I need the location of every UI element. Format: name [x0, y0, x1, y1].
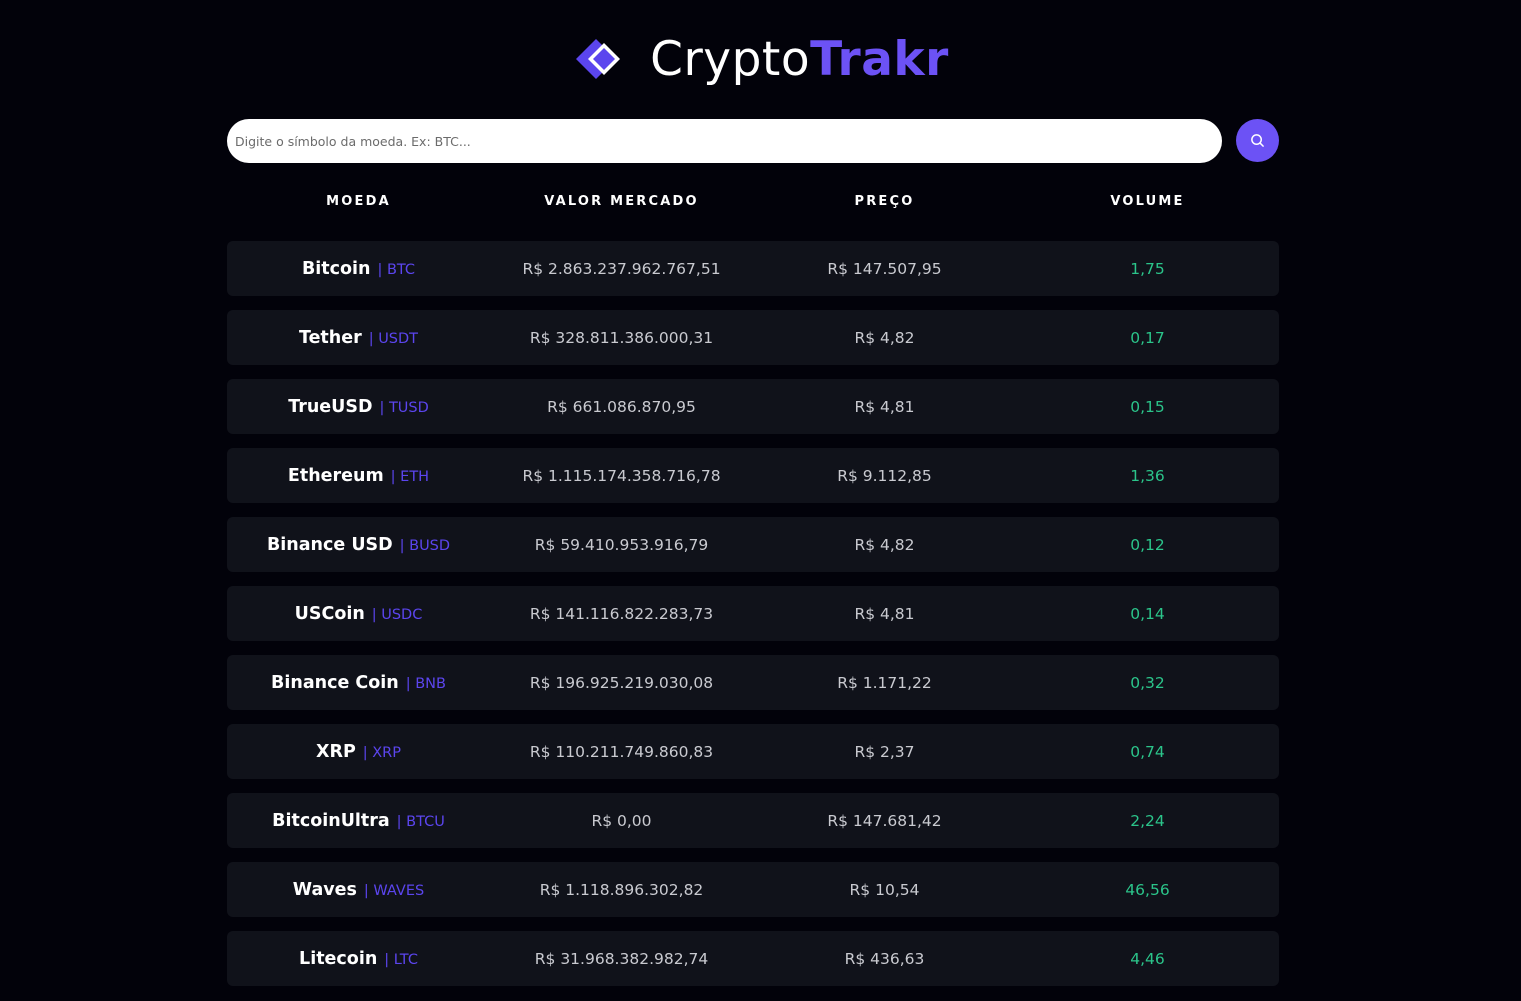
table-header: MOEDA VALOR MERCADO PREÇO VOLUME — [227, 192, 1279, 212]
table-row[interactable]: Bitcoin | BTC R$ 2.863.237.962.767,51 R$… — [227, 241, 1279, 296]
table-row[interactable]: Binance USD | BUSD R$ 59.410.953.916,79 … — [227, 517, 1279, 572]
coin-name: Waves — [292, 879, 357, 900]
volume-cell: 0,74 — [1130, 742, 1165, 761]
table-row[interactable]: Tether | USDT R$ 328.811.386.000,31 R$ 4… — [227, 310, 1279, 365]
header-volume: VOLUME — [1110, 194, 1185, 209]
coin-symbol: | BTCU — [396, 813, 445, 830]
table-row[interactable]: Litecoin | LTC R$ 31.968.382.982,74 R$ 4… — [227, 931, 1279, 986]
coin-symbol: | USDC — [371, 606, 423, 623]
coin-symbol: | BUSD — [399, 537, 451, 554]
market-cap-cell: R$ 141.116.822.283,73 — [529, 604, 714, 623]
market-cap-cell: R$ 1.118.896.302,82 — [539, 880, 704, 899]
market-cap-cell: R$ 2.863.237.962.767,51 — [522, 259, 721, 278]
coin-name: XRP — [316, 741, 356, 762]
coin-cell: Binance Coin | BNB — [227, 673, 490, 693]
coin-name: USCoin — [294, 603, 365, 624]
volume-cell: 0,15 — [1130, 397, 1165, 416]
coin-symbol: | BTC — [377, 261, 416, 278]
coin-name: Ethereum — [287, 465, 384, 486]
table-row[interactable]: USCoin | USDC R$ 141.116.822.283,73 R$ 4… — [227, 586, 1279, 641]
volume-cell: 2,24 — [1130, 811, 1165, 830]
volume-cell: 1,75 — [1130, 259, 1165, 278]
volume-cell: 0,32 — [1130, 673, 1165, 692]
market-cap-cell: R$ 59.410.953.916,79 — [534, 535, 709, 554]
volume-cell: 4,46 — [1130, 949, 1165, 968]
coin-cell: Tether | USDT — [227, 328, 490, 348]
table-row[interactable]: TrueUSD | TUSD R$ 661.086.870,95 R$ 4,81… — [227, 379, 1279, 434]
volume-cell: 0,12 — [1130, 535, 1165, 554]
coin-cell: XRP | XRP — [227, 742, 490, 762]
coin-cell: Bitcoin | BTC — [227, 259, 490, 279]
header-moeda: MOEDA — [326, 194, 391, 209]
market-cap-cell: R$ 328.811.386.000,31 — [529, 328, 714, 347]
price-cell: R$ 10,54 — [849, 880, 920, 899]
price-cell: R$ 4,82 — [854, 328, 915, 347]
table-row[interactable]: Waves | WAVES R$ 1.118.896.302,82 R$ 10,… — [227, 862, 1279, 917]
coin-symbol: | XRP — [362, 744, 401, 761]
volume-cell: 0,17 — [1130, 328, 1165, 347]
header-preco: PREÇO — [854, 194, 915, 209]
coin-name: Litecoin — [299, 948, 378, 969]
price-cell: R$ 1.171,22 — [837, 673, 932, 692]
price-cell: R$ 9.112,85 — [837, 466, 932, 485]
coin-cell: TrueUSD | TUSD — [227, 397, 490, 417]
table-row[interactable]: BitcoinUltra | BTCU R$ 0,00 R$ 147.681,4… — [227, 793, 1279, 848]
brand-title: CryptoTrakr — [650, 36, 949, 83]
table-row[interactable]: Ethereum | ETH R$ 1.115.174.358.716,78 R… — [227, 448, 1279, 503]
search-button[interactable] — [1236, 119, 1279, 162]
coin-cell: USCoin | USDC — [227, 604, 490, 624]
price-cell: R$ 147.507,95 — [827, 259, 942, 278]
market-cap-cell: R$ 110.211.749.860,83 — [529, 742, 714, 761]
volume-cell: 46,56 — [1125, 880, 1170, 899]
price-cell: R$ 4,81 — [854, 397, 915, 416]
coin-symbol: | TUSD — [379, 399, 429, 416]
coin-cell: BitcoinUltra | BTCU — [227, 811, 490, 831]
search-input[interactable] — [227, 119, 1222, 163]
coin-name: Binance Coin — [271, 672, 399, 693]
market-cap-cell: R$ 31.968.382.982,74 — [534, 949, 709, 968]
coin-cell: Ethereum | ETH — [227, 466, 490, 486]
market-cap-cell: R$ 1.115.174.358.716,78 — [522, 466, 721, 485]
coin-symbol: | USDT — [368, 330, 419, 347]
price-cell: R$ 4,82 — [854, 535, 915, 554]
brand-title-part1: Crypto — [650, 31, 811, 87]
coin-name: Bitcoin — [301, 258, 371, 279]
coin-name: Binance USD — [266, 534, 393, 555]
search-icon — [1251, 134, 1264, 147]
coin-symbol: | WAVES — [363, 882, 425, 899]
coin-name: Tether — [298, 327, 362, 348]
header-valor-mercado: VALOR MERCADO — [544, 194, 699, 209]
volume-cell: 0,14 — [1130, 604, 1165, 623]
price-cell: R$ 4,81 — [854, 604, 915, 623]
diamond-logo-icon — [576, 39, 621, 79]
market-cap-cell: R$ 661.086.870,95 — [547, 397, 696, 416]
coin-name: BitcoinUltra — [272, 810, 390, 831]
market-cap-cell: R$ 196.925.219.030,08 — [529, 673, 714, 692]
price-cell: R$ 147.681,42 — [827, 811, 942, 830]
coin-cell: Binance USD | BUSD — [227, 535, 490, 555]
table-row[interactable]: Binance Coin | BNB R$ 196.925.219.030,08… — [227, 655, 1279, 710]
coin-cell: Litecoin | LTC — [227, 949, 490, 969]
price-cell: R$ 436,63 — [844, 949, 925, 968]
coin-name: TrueUSD — [288, 396, 373, 417]
coin-symbol: | ETH — [390, 468, 430, 485]
table-row[interactable]: XRP | XRP R$ 110.211.749.860,83 R$ 2,37 … — [227, 724, 1279, 779]
coin-symbol: | BNB — [405, 675, 446, 692]
price-cell: R$ 2,37 — [854, 742, 915, 761]
market-cap-cell: R$ 0,00 — [591, 811, 652, 830]
brand-logo[interactable]: CryptoTrakr — [574, 36, 949, 83]
brand-header: CryptoTrakr — [0, 28, 1521, 90]
search-bar — [227, 119, 1279, 163]
volume-cell: 1,36 — [1130, 466, 1165, 485]
coin-cell: Waves | WAVES — [227, 880, 490, 900]
brand-title-part2: Trakr — [810, 31, 949, 87]
coin-symbol: | LTC — [384, 951, 418, 968]
